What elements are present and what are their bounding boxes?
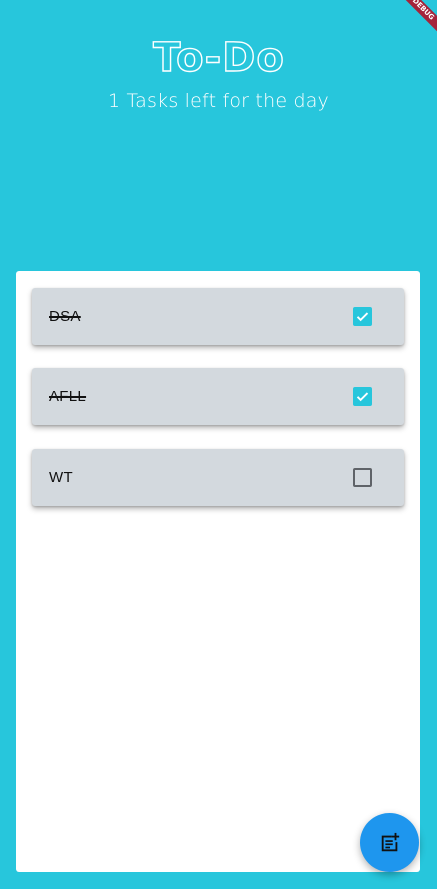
task-item-afll[interactable]: AFLL <box>32 368 404 425</box>
app-title: To-Do <box>0 36 437 80</box>
add-task-button[interactable] <box>360 813 419 872</box>
task-label: WT <box>49 469 73 486</box>
task-label: AFLL <box>49 388 87 405</box>
check-icon <box>356 392 369 402</box>
task-list-panel: DSA AFLL WT <box>16 271 420 872</box>
task-item-dsa[interactable]: DSA <box>32 288 404 345</box>
svg-text:To-Do: To-Do <box>153 36 285 80</box>
check-icon <box>356 312 369 322</box>
add-note-icon <box>381 832 399 851</box>
task-checkbox[interactable] <box>353 307 372 326</box>
task-label: DSA <box>49 308 81 325</box>
task-checkbox[interactable] <box>353 387 372 406</box>
task-item-wt[interactable]: WT <box>32 449 404 506</box>
tasks-left-subtitle: 1 Tasks left for the day <box>107 90 330 112</box>
app-title-logo: To-Do <box>152 36 285 80</box>
task-checkbox[interactable] <box>353 468 372 487</box>
